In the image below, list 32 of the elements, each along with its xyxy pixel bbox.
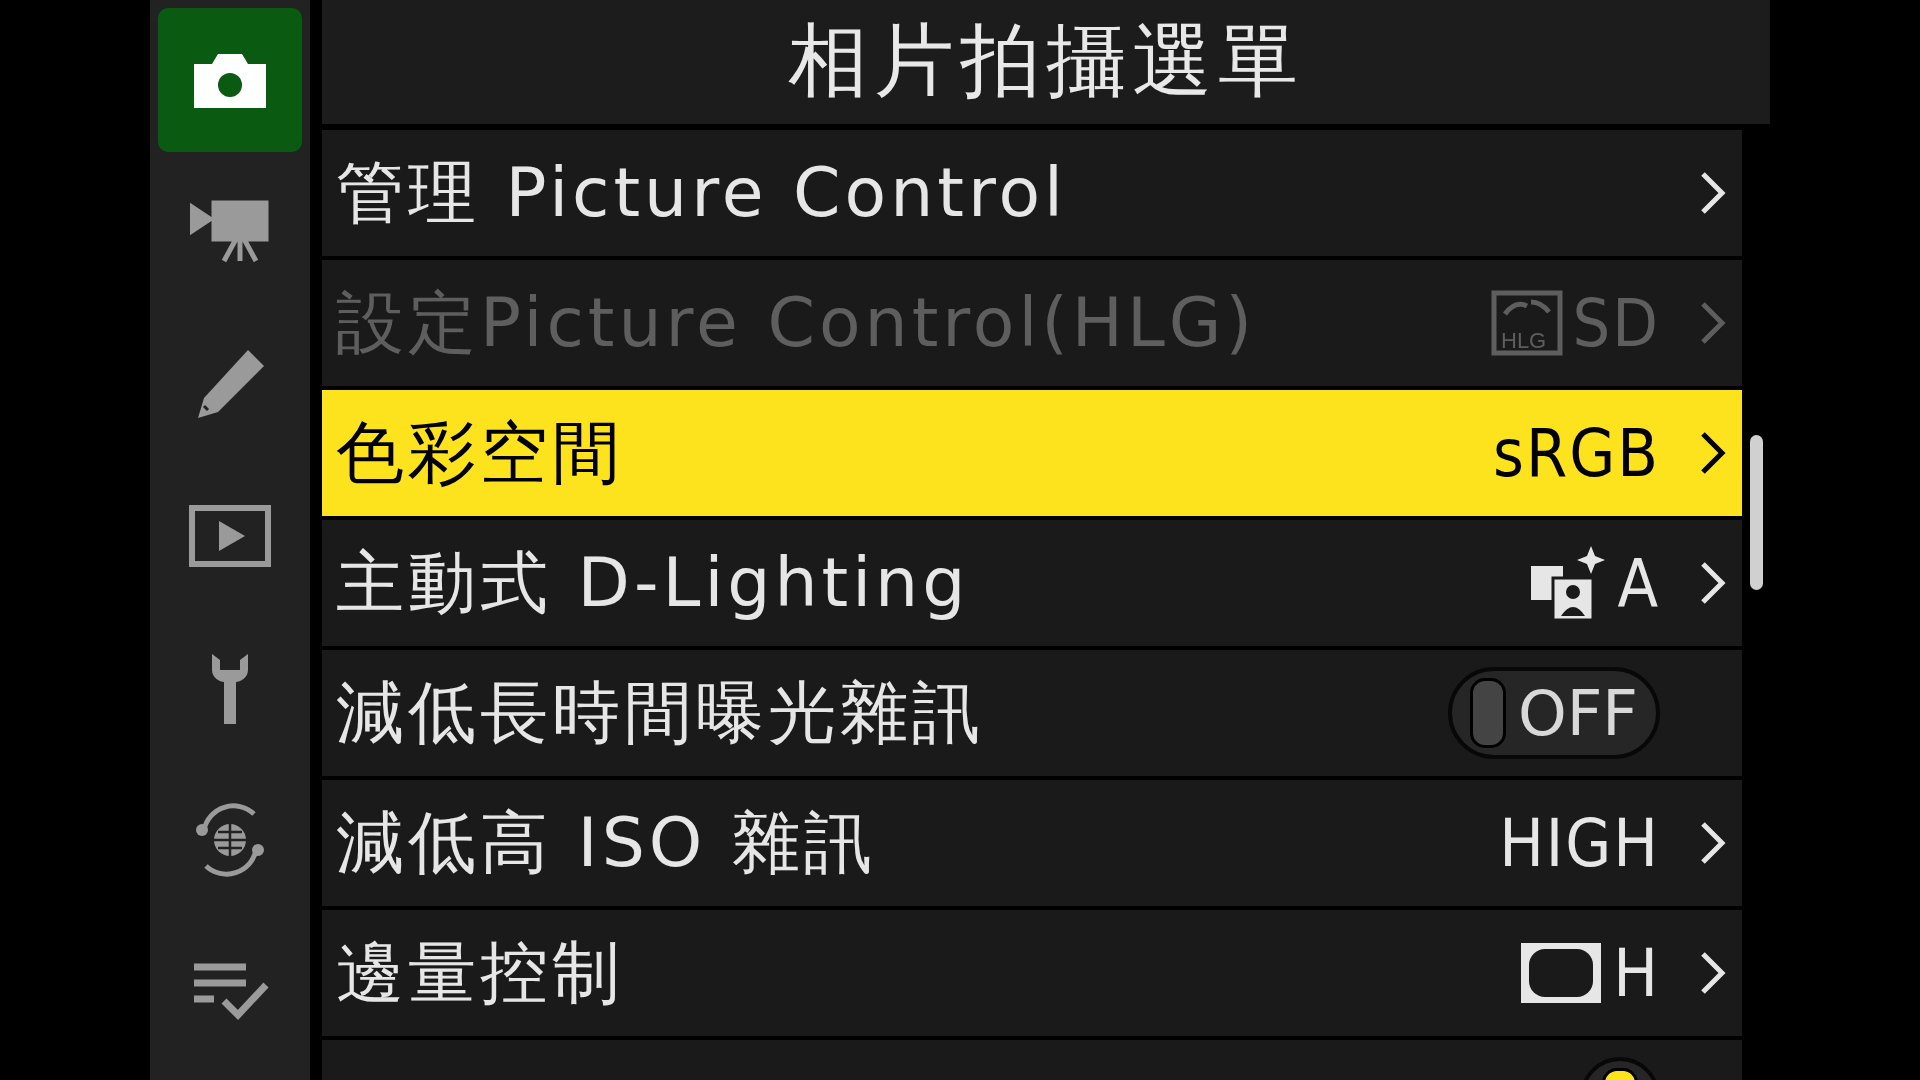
chevron-right-icon <box>1700 821 1726 865</box>
setting-value: SD <box>1572 284 1660 362</box>
chevron-right-icon <box>1700 951 1726 995</box>
menu-item-label: 減低長時間曝光雜訊 <box>336 671 984 754</box>
photo-menu-tab[interactable] <box>158 8 302 152</box>
menu-item-label: 設定Picture Control(HLG) <box>336 281 1257 364</box>
menu-row[interactable]: 邊量控制 H <box>322 910 1742 1036</box>
menu-item-label: 管理 Picture Control <box>336 151 1067 234</box>
chevron-right-icon <box>1700 561 1726 605</box>
setting-value: A <box>1617 544 1660 622</box>
menu-row[interactable]: 主動式 D-Lighting A <box>322 520 1742 646</box>
menu-title: 相片拍攝選單 <box>788 13 1304 109</box>
menu-row[interactable]: 色彩空間 sRGB <box>322 390 1742 516</box>
menu-row[interactable]: 減低長時間曝光雜訊 OFF <box>322 650 1742 776</box>
setting-value: HIGH <box>1499 804 1660 882</box>
menu-item-label: 減低高 ISO 雜訊 <box>336 801 876 884</box>
chevron-right-icon <box>1700 301 1726 345</box>
toggle-switch[interactable]: OFF <box>1447 667 1660 759</box>
hlg-icon: HLG <box>1490 290 1563 356</box>
vignette-icon <box>1519 941 1604 1005</box>
chevron-right-icon <box>1700 171 1726 215</box>
menu-item-label: 色彩空間 <box>336 411 624 494</box>
scrollbar-thumb[interactable] <box>1750 435 1763 590</box>
menu-item-label: 主動式 D-Lighting <box>336 541 970 624</box>
playback-icon <box>189 505 271 567</box>
setting-value: H <box>1613 934 1660 1012</box>
menu-row[interactable]: 管理 Picture Control <box>322 130 1742 256</box>
menu-row[interactable]: 減低高 ISO 雜訊 HIGH <box>322 780 1742 906</box>
setting-value: sRGB <box>1493 414 1660 492</box>
movie-camera-icon <box>190 199 270 265</box>
menu-item-label: 邊量控制 <box>336 931 624 1014</box>
chevron-right-icon <box>1700 431 1726 475</box>
